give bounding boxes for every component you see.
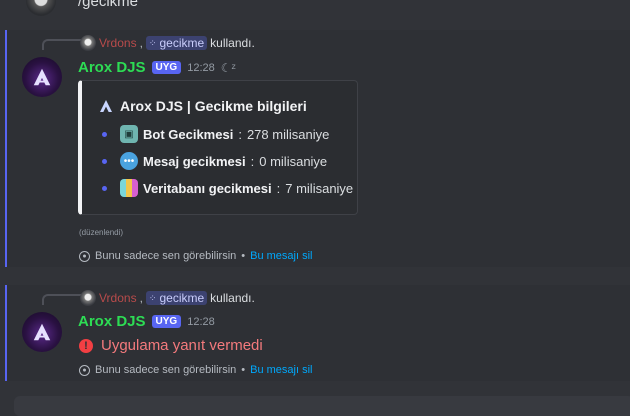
embed-card: Arox DJS | Gecikme bilgileri ▣ Bot Gecik… xyxy=(78,80,358,215)
field-separator: : xyxy=(238,126,242,142)
separator: • xyxy=(241,364,246,376)
command-name: gecikme xyxy=(159,291,205,305)
command-name: gecikme xyxy=(159,36,205,50)
app-tag: UYG xyxy=(151,61,182,74)
speech-bubble-emoji-icon: ••• xyxy=(120,152,138,170)
timestamp[interactable]: 12:28 xyxy=(187,62,215,74)
previous-message-text: /gecikme xyxy=(78,0,139,10)
reply-connector xyxy=(42,39,82,50)
reference-comma: , xyxy=(139,291,143,305)
arox-logo-icon xyxy=(100,100,112,112)
bot-avatar[interactable] xyxy=(22,57,62,97)
bullet xyxy=(102,158,107,164)
embed-field-database-latency: Veritabanı gecikmesi: 7 milisaniye xyxy=(102,179,353,197)
field-label: Veritabanı gecikmesi xyxy=(143,180,272,196)
user-mini-avatar[interactable] xyxy=(80,290,96,306)
reference-username[interactable]: Vrdons xyxy=(99,291,137,305)
slash-command-icon: ⁘ xyxy=(148,292,157,303)
error-icon: ! xyxy=(79,338,93,353)
error-message: Uygulama yanıt vermedi xyxy=(101,337,263,354)
field-value: 0 milisaniye xyxy=(259,153,328,169)
bullet xyxy=(102,131,107,137)
field-label: Mesaj gecikmesi xyxy=(143,153,246,169)
reference-username[interactable]: Vrdons xyxy=(99,36,137,50)
timestamp[interactable]: 12:28 xyxy=(187,316,215,328)
field-value: 278 milisaniye xyxy=(246,126,330,142)
separator: • xyxy=(241,250,246,262)
sleeping-icon: ☾ᶻ xyxy=(220,60,236,75)
only-you-text: Bunu sadece sen görebilirsin xyxy=(95,250,237,262)
field-label: Bot Gecikmesi xyxy=(143,126,234,142)
database-emoji-icon xyxy=(120,179,138,197)
arox-logo-icon xyxy=(33,68,51,86)
author-name[interactable]: Arox DJS xyxy=(78,59,146,76)
dismiss-message-link[interactable]: Bu mesajı sil xyxy=(250,364,312,376)
reference-comma: , xyxy=(139,36,143,50)
command-mention[interactable]: ⁘ gecikme xyxy=(145,36,208,50)
command-reference[interactable]: Vrdons , ⁘ gecikme kullandı. xyxy=(80,35,255,51)
previous-message-avatar[interactable] xyxy=(26,0,56,16)
reply-connector xyxy=(42,294,82,305)
arox-logo-icon xyxy=(33,323,51,341)
command-mention[interactable]: ⁘ gecikme xyxy=(145,291,208,305)
user-mini-avatar[interactable] xyxy=(80,35,96,51)
embed-title-text: Arox DJS | Gecikme bilgileri xyxy=(120,98,307,114)
reference-action: kullandı. xyxy=(210,291,255,305)
only-you-text: Bunu sadece sen görebilirsin xyxy=(95,364,237,376)
message-header: Arox DJS UYG 12:28 ☾ᶻ xyxy=(78,59,236,76)
field-separator: : xyxy=(276,180,281,196)
bot-avatar[interactable] xyxy=(22,312,62,352)
dismiss-message-link[interactable]: Bu mesajı sil xyxy=(250,250,312,262)
author-name[interactable]: Arox DJS xyxy=(78,313,146,330)
message-composer[interactable] xyxy=(14,396,630,416)
slash-command-icon: ⁘ xyxy=(148,37,157,48)
ephemeral-notice: ● Bunu sadece sen görebilirsin • Bu mesa… xyxy=(79,364,312,376)
edited-label: (düzenlendi) xyxy=(79,228,124,237)
error-row: ! Uygulama yanıt vermedi xyxy=(79,337,263,354)
eye-icon: ● xyxy=(79,250,90,262)
command-reference[interactable]: Vrdons , ⁘ gecikme kullandı. xyxy=(80,290,255,306)
embed-title: Arox DJS | Gecikme bilgileri xyxy=(98,98,307,114)
app-tag: UYG xyxy=(151,315,182,328)
message-header: Arox DJS UYG 12:28 xyxy=(78,313,215,330)
field-value: 7 milisaniye xyxy=(285,180,354,196)
robot-emoji-icon: ▣ xyxy=(120,125,138,143)
field-separator: : xyxy=(250,153,255,169)
embed-field-message-latency: ••• Mesaj gecikmesi: 0 milisaniye xyxy=(102,152,327,170)
bullet xyxy=(102,185,107,191)
reference-action: kullandı. xyxy=(210,36,255,50)
eye-icon: ● xyxy=(79,364,90,376)
ephemeral-notice: ● Bunu sadece sen görebilirsin • Bu mesa… xyxy=(79,250,312,262)
embed-field-bot-latency: ▣ Bot Gecikmesi: 278 milisaniye xyxy=(102,125,329,143)
